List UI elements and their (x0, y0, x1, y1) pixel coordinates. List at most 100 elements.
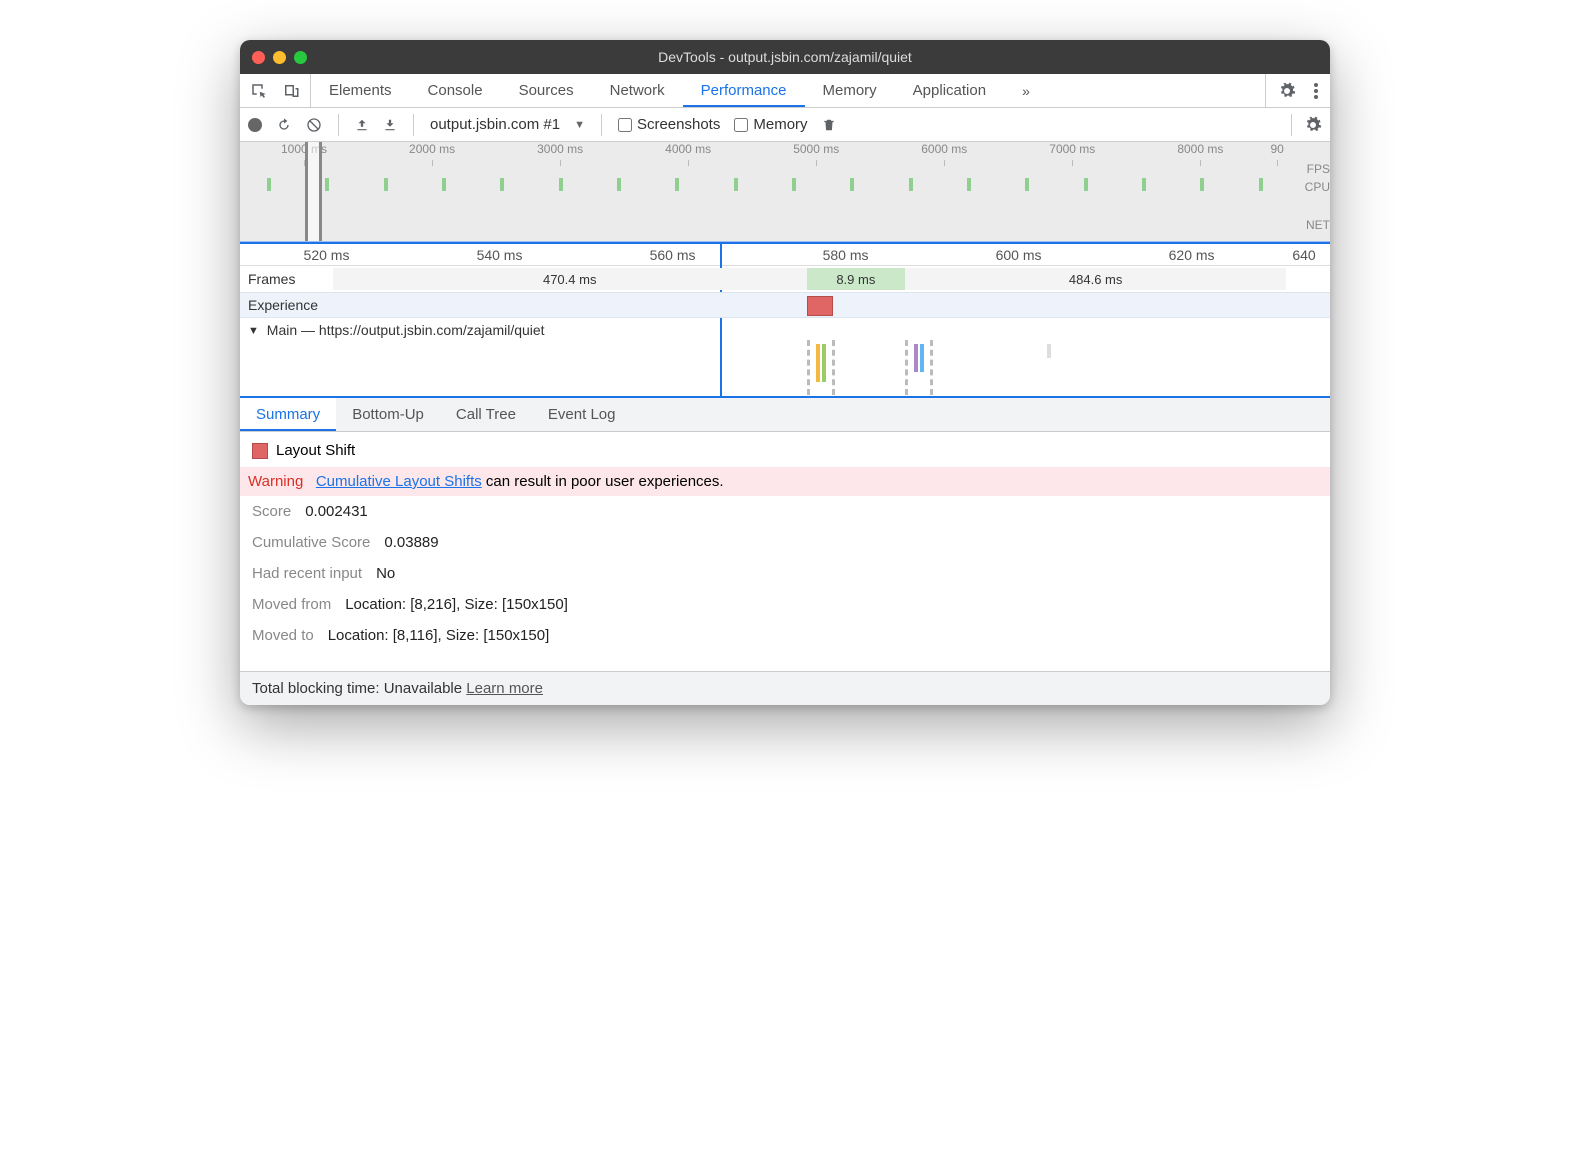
summary-key: Moved to (252, 627, 314, 644)
record-button[interactable] (248, 118, 262, 132)
overview-timeline[interactable]: 1000 ms 2000 ms 3000 ms 4000 ms 5000 ms … (240, 142, 1330, 242)
summary-value: 0.002431 (305, 503, 368, 520)
titlebar: DevTools - output.jsbin.com/zajamil/quie… (240, 40, 1330, 74)
summary-value: No (376, 565, 395, 582)
frame-segment[interactable]: 484.6 ms (905, 268, 1287, 290)
detail-tick: 560 ms (586, 247, 759, 263)
summary-row: Had recent input No (252, 558, 1318, 589)
memory-checkbox[interactable]: Memory (734, 116, 807, 133)
details-drawer-tabs: Summary Bottom-Up Call Tree Event Log (240, 398, 1330, 432)
warning-label: Warning (248, 473, 303, 490)
tbt-text: Total blocking time: Unavailable (252, 680, 466, 697)
summary-key: Had recent input (252, 565, 362, 582)
zoom-window-button[interactable] (294, 51, 307, 64)
overview-tick: 8000 ms (1136, 142, 1264, 160)
frames-row: Frames 470.4 ms 8.9 ms 484.6 ms (240, 266, 1330, 292)
layout-shift-swatch (252, 443, 268, 459)
task-bar[interactable] (822, 344, 826, 382)
summary-value: Location: [8,116], Size: [150x150] (328, 627, 550, 644)
dtab-bottom-up[interactable]: Bottom-Up (336, 398, 440, 431)
overview-tick: 5000 ms (752, 142, 880, 160)
minimize-window-button[interactable] (273, 51, 286, 64)
overview-tick: 2000 ms (368, 142, 496, 160)
settings-gear-icon[interactable] (1278, 82, 1296, 100)
overview-tick: 90 (1264, 142, 1290, 160)
experience-row: Experience (240, 292, 1330, 318)
overview-selection-handle[interactable] (305, 142, 321, 241)
task-bar[interactable] (816, 344, 820, 382)
recording-dropdown-icon[interactable]: ▼ (574, 119, 585, 131)
overview-right-labels: FPS CPU NET (1290, 160, 1330, 234)
devtools-window: DevTools - output.jsbin.com/zajamil/quie… (240, 40, 1330, 705)
perf-toolbar: output.jsbin.com #1 ▼ Screenshots Memory (240, 108, 1330, 142)
flame-chart[interactable]: 520 ms 540 ms 560 ms 580 ms 600 ms 620 m… (240, 242, 1330, 398)
tab-network[interactable]: Network (592, 74, 683, 107)
screenshots-checkbox-input[interactable] (618, 118, 632, 132)
summary-key: Score (252, 503, 291, 520)
main-thread-row: ▼ Main — https://output.jsbin.com/zajami… (240, 318, 1330, 398)
warning-row: Warning Cumulative Layout Shifts can res… (240, 467, 1330, 496)
dtab-event-log[interactable]: Event Log (532, 398, 632, 431)
screenshots-checkbox[interactable]: Screenshots (618, 116, 720, 133)
detail-tick: 580 ms (759, 247, 932, 263)
overview-tick: 1000 ms (240, 142, 368, 160)
tab-application[interactable]: Application (895, 74, 1004, 107)
reload-icon[interactable] (276, 117, 292, 133)
expand-main-icon[interactable]: ▼ (248, 325, 259, 337)
summary-row: Score 0.002431 (252, 496, 1318, 527)
summary-value: 0.03889 (384, 534, 438, 551)
overview-tick: 4000 ms (624, 142, 752, 160)
summary-row: Moved to Location: [8,116], Size: [150x15… (252, 620, 1318, 651)
footer-bar: Total blocking time: Unavailable Learn m… (240, 671, 1330, 705)
task-bar[interactable] (914, 344, 918, 372)
kebab-menu-icon[interactable] (1314, 82, 1318, 100)
overview-ruler: 1000 ms 2000 ms 3000 ms 4000 ms 5000 ms … (240, 142, 1290, 160)
summary-header: Layout Shift (252, 442, 1318, 467)
task-bar[interactable] (920, 344, 924, 372)
summary-value: Location: [8,216], Size: [150x150] (345, 596, 568, 613)
learn-more-link[interactable]: Learn more (466, 680, 543, 697)
capture-settings-gear-icon[interactable] (1304, 116, 1322, 134)
memory-checkbox-input[interactable] (734, 118, 748, 132)
overview-net-label: NET (1290, 216, 1330, 234)
tab-console[interactable]: Console (410, 74, 501, 107)
frame-boundary (832, 340, 835, 395)
tab-performance[interactable]: Performance (683, 74, 805, 107)
overview-tick: 3000 ms (496, 142, 624, 160)
task-bar[interactable] (1047, 344, 1051, 358)
device-toolbar-icon[interactable] (282, 82, 300, 100)
frames-label: Frames (240, 271, 332, 287)
detail-ruler: 520 ms 540 ms 560 ms 580 ms 600 ms 620 m… (240, 244, 1330, 266)
experience-label: Experience (240, 297, 332, 313)
summary-title: Layout Shift (276, 442, 355, 459)
traffic-lights (252, 51, 307, 64)
overview-fps-bars (240, 168, 1290, 198)
frame-segment[interactable]: 470.4 ms (333, 268, 807, 290)
tab-memory[interactable]: Memory (805, 74, 895, 107)
tab-icons-right (1265, 74, 1330, 107)
tab-sources[interactable]: Sources (501, 74, 592, 107)
summary-key: Moved from (252, 596, 331, 613)
detail-tick: 640 (1278, 247, 1330, 263)
cls-link[interactable]: Cumulative Layout Shifts (316, 473, 482, 490)
warning-rest: can result in poor user experiences. (482, 473, 724, 490)
summary-key: Cumulative Score (252, 534, 370, 551)
frame-segment[interactable]: 8.9 ms (807, 268, 905, 290)
dtab-call-tree[interactable]: Call Tree (440, 398, 532, 431)
more-panels-button[interactable]: » (1004, 74, 1048, 107)
overview-cpu-label: CPU (1290, 178, 1330, 196)
layout-shift-event[interactable] (807, 296, 833, 316)
frame-boundary (905, 340, 908, 395)
tab-icons-left (240, 74, 311, 107)
clear-icon[interactable] (306, 117, 322, 133)
close-window-button[interactable] (252, 51, 265, 64)
inspect-icon[interactable] (250, 82, 268, 100)
dtab-summary[interactable]: Summary (240, 398, 336, 431)
recording-name[interactable]: output.jsbin.com #1 (430, 116, 560, 133)
gc-trash-icon[interactable] (822, 117, 836, 133)
detail-tick: 540 ms (413, 247, 586, 263)
overview-tick: 6000 ms (880, 142, 1008, 160)
save-profile-icon[interactable] (383, 117, 397, 133)
tab-elements[interactable]: Elements (311, 74, 410, 107)
load-profile-icon[interactable] (355, 117, 369, 133)
